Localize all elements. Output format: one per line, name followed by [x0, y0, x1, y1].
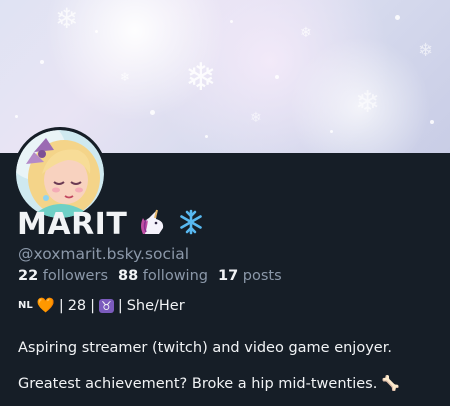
snowflake-decoration: ❄ — [250, 110, 262, 126]
age: 28 — [67, 297, 87, 314]
following-link[interactable]: 88 following — [118, 268, 208, 284]
posts-count: 17 — [217, 268, 239, 284]
snowflake-decoration: ❄ — [185, 55, 217, 99]
snowflake-decoration: ❄ — [300, 25, 312, 41]
country-code: NL — [18, 300, 33, 311]
snowflake-decoration: ❄ — [418, 40, 434, 61]
handle: @xoxmarit.bsky.social — [18, 245, 190, 263]
display-name: MARIT — [17, 206, 128, 242]
zodiac-taurus-icon: ♉ — [99, 298, 114, 313]
snowflake-decoration: ❄ — [55, 2, 79, 35]
snow-dot — [15, 115, 18, 118]
snow-dot — [430, 120, 434, 124]
snow-dot — [275, 75, 279, 79]
posts-stat: 17 posts — [218, 268, 282, 284]
snowflake-decoration: ❄ — [120, 70, 131, 84]
followers-link[interactable]: 22 followers — [18, 268, 108, 284]
heart-emoji: 🧡 — [36, 298, 55, 314]
snowflake-decoration: ❄ — [355, 85, 381, 120]
pronouns: She/Her — [126, 297, 185, 314]
divider: | — [117, 297, 123, 314]
snow-dot — [150, 110, 155, 115]
followers-label: followers — [42, 268, 108, 284]
following-label: following — [142, 268, 208, 284]
posts-label: posts — [242, 268, 282, 284]
snow-dot — [95, 30, 98, 33]
unicorn-icon — [137, 208, 167, 240]
avatar-illustration — [16, 130, 104, 218]
following-count: 88 — [118, 268, 139, 284]
followers-count: 22 — [18, 268, 39, 284]
divider: | — [58, 297, 64, 314]
snow-dot — [205, 135, 208, 138]
snow-dot — [395, 15, 400, 20]
divider: | — [90, 297, 96, 314]
bio-line-1: Aspiring streamer (twitch) and video gam… — [18, 340, 392, 356]
snowflake-icon — [177, 208, 205, 240]
name-row: MARIT — [17, 206, 205, 242]
bio-line-2: Greatest achievement? Broke a hip mid-tw… — [18, 376, 400, 392]
profile-stats: 22 followers 88 following 17 posts — [18, 268, 282, 284]
snow-dot — [230, 20, 233, 23]
profile-meta: NL 🧡 | 28 | ♉ | She/Her — [18, 297, 185, 315]
snow-dot — [40, 60, 44, 64]
snow-dot — [330, 130, 333, 133]
